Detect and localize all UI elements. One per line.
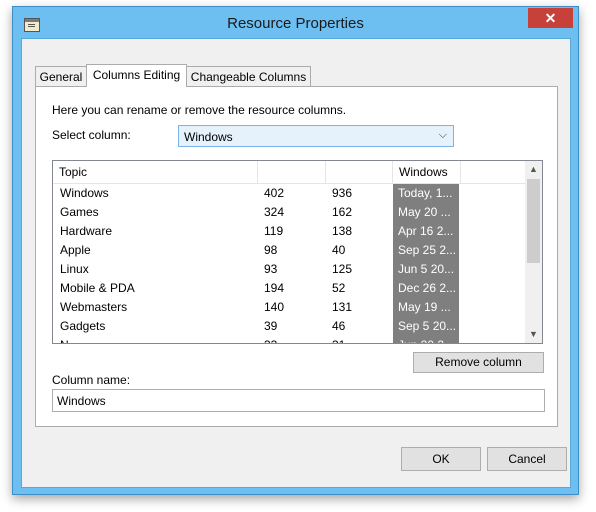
cell-topic: N...: [60, 336, 250, 343]
window-title: Resource Properties: [227, 15, 364, 32]
cell-topic: Hardware: [60, 224, 113, 238]
table-row[interactable]: Games 324 162 May 20 ...: [53, 203, 526, 222]
dialog-window: Resource Properties ✕ General Columns Ed…: [12, 6, 579, 495]
cancel-button[interactable]: Cancel: [487, 447, 567, 471]
cell-windows: May 19 ...: [393, 298, 459, 317]
cell-value: 125: [332, 262, 353, 276]
table-row[interactable]: Webmasters 140 131 May 19 ...: [53, 298, 526, 317]
tab-columns-editing[interactable]: Columns Editing: [86, 64, 187, 87]
cell-windows: May 20 ...: [393, 203, 459, 222]
table-row[interactable]: Windows 402 936 Today, 1...: [53, 184, 526, 203]
cell-value: 46: [332, 319, 346, 333]
cell-value: 140: [264, 300, 285, 314]
cell-windows: Jun 20 2...: [393, 336, 459, 343]
cell-value: 402: [264, 186, 285, 200]
cell-topic: Windows: [60, 186, 109, 200]
table-row[interactable]: Gadgets 39 46 Sep 5 20...: [53, 317, 526, 336]
list-header: Topic Windows: [53, 161, 526, 184]
scroll-down-icon[interactable]: ▼: [525, 326, 542, 343]
remove-column-button[interactable]: Remove column: [413, 352, 544, 373]
scroll-thumb[interactable]: [527, 179, 540, 263]
column-name-input[interactable]: Windows: [52, 389, 545, 412]
column-name-value: Windows: [57, 394, 106, 408]
cell-windows: Today, 1...: [393, 184, 459, 203]
cell-value: 162: [332, 205, 353, 219]
table-row[interactable]: Linux 93 125 Jun 5 20...: [53, 260, 526, 279]
column-header-topic[interactable]: Topic: [53, 161, 258, 183]
cell-value: 119: [264, 224, 284, 238]
cell-value: 40: [332, 243, 346, 257]
close-button[interactable]: ✕: [528, 8, 573, 28]
cell-value: 194: [264, 281, 285, 295]
select-column-dropdown[interactable]: Windows ⌵: [178, 125, 454, 147]
ok-button[interactable]: OK: [401, 447, 481, 471]
cell-topic: Games: [60, 205, 99, 219]
cell-value: 324: [264, 205, 285, 219]
cell-topic: Linux: [60, 262, 89, 276]
columns-list[interactable]: Topic Windows Windows 402 936 Today, 1..…: [52, 160, 543, 344]
select-column-label: Select column:: [52, 128, 131, 142]
column-header-3[interactable]: [326, 161, 393, 183]
cell-windows: Jun 5 20...: [393, 260, 459, 279]
cell-value: 93: [264, 262, 278, 276]
cell-topic: Apple: [60, 243, 91, 257]
intro-text: Here you can rename or remove the resour…: [52, 103, 347, 117]
dialog-body: General Columns Editing Changeable Colum…: [21, 38, 571, 488]
tab-changeable-columns[interactable]: Changeable Columns: [186, 66, 311, 87]
vertical-scrollbar[interactable]: ▲ ▼: [525, 161, 542, 343]
cell-value: 131: [332, 300, 353, 314]
table-row[interactable]: N... 33 31 Jun 20 2...: [53, 336, 526, 343]
cell-topic: Mobile & PDA: [60, 281, 135, 295]
column-header-2[interactable]: [258, 161, 326, 183]
cell-topic: Webmasters: [60, 300, 128, 314]
cell-windows: Dec 26 2...: [393, 279, 459, 298]
cell-windows: Sep 5 20...: [393, 317, 459, 336]
cell-value: 33: [264, 336, 320, 343]
columns-editing-panel: Here you can rename or remove the resour…: [35, 86, 558, 427]
column-name-label: Column name:: [52, 373, 131, 387]
chevron-down-icon: ⌵: [438, 129, 447, 141]
cell-value: 936: [332, 186, 353, 200]
cell-topic: Gadgets: [60, 319, 106, 333]
cell-value: 52: [332, 281, 346, 295]
close-icon: ✕: [544, 10, 557, 26]
title-bar[interactable]: Resource Properties ✕: [13, 7, 578, 39]
table-row[interactable]: Hardware 119 138 Apr 16 2...: [53, 222, 526, 241]
cell-value: 39: [264, 319, 278, 333]
select-column-value: Windows: [184, 130, 233, 144]
cell-value: 98: [264, 243, 278, 257]
table-row[interactable]: Mobile & PDA 194 52 Dec 26 2...: [53, 279, 526, 298]
cell-value: 138: [332, 224, 353, 238]
scroll-up-icon[interactable]: ▲: [525, 161, 542, 178]
cell-windows: Apr 16 2...: [393, 222, 459, 241]
table-row[interactable]: Apple 98 40 Sep 25 2...: [53, 241, 526, 260]
tab-general[interactable]: General: [35, 66, 87, 87]
column-header-windows[interactable]: Windows: [393, 161, 461, 183]
cell-windows: Sep 25 2...: [393, 241, 459, 260]
cell-value: 31: [332, 336, 388, 343]
